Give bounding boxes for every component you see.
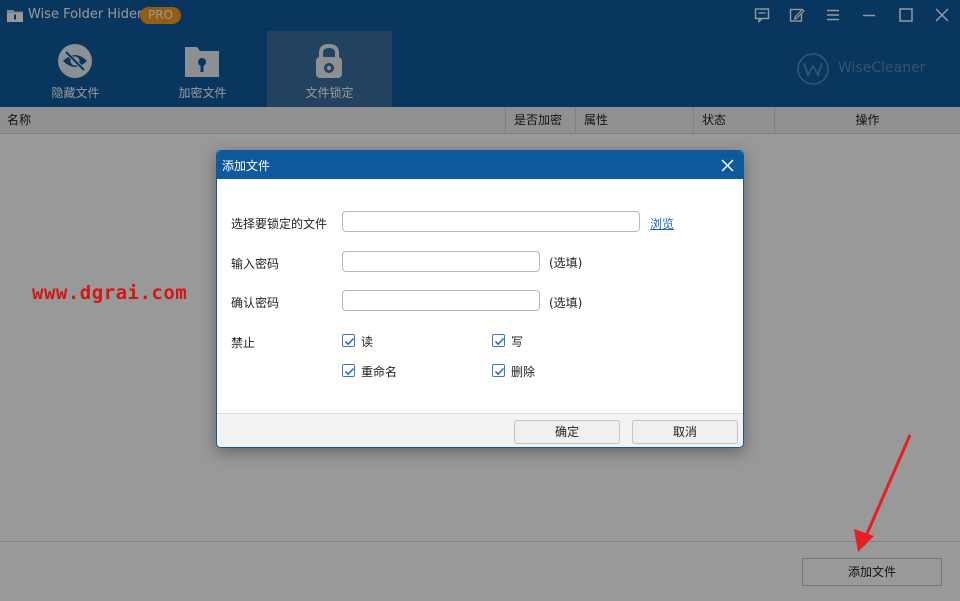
confirm-optional-note: (选填) [549,296,583,310]
forbid-write-label: 写 [511,335,524,349]
checkbox-box [492,364,505,377]
forbid-delete-label: 删除 [511,365,536,379]
check-icon [344,367,355,376]
annotation-arrow-icon [854,434,912,552]
watermark-text: www.dgrai.com [32,282,188,304]
cancel-button[interactable]: 取消 [632,420,738,444]
add-file-dialog: 添加文件 选择要锁定的文件 浏览 输入密码 (选填) 确认密码 (选填) 禁止 … [216,150,744,448]
check-icon [494,367,505,376]
checkbox-box [492,334,505,347]
confirm-password-label: 确认密码 [231,296,280,310]
password-input[interactable] [342,251,540,272]
checkbox-box [342,334,355,347]
dialog-title-bar: 添加文件 [217,151,743,179]
close-icon [721,159,734,172]
check-icon [344,337,355,346]
file-path-input[interactable] [342,211,640,232]
dialog-footer: 确定 取消 [217,413,743,447]
check-icon [494,337,505,346]
browse-link[interactable]: 浏览 [650,215,674,232]
checkbox-box [342,364,355,377]
forbid-rename-label: 重命名 [361,365,398,379]
password-label: 输入密码 [231,257,280,271]
confirm-password-input[interactable] [342,290,540,311]
dialog-title: 添加文件 [222,159,271,173]
forbid-read-label: 读 [361,335,374,349]
file-label: 选择要锁定的文件 [231,217,328,231]
ok-button[interactable]: 确定 [514,420,620,444]
forbid-label: 禁止 [231,336,256,350]
password-optional-note: (选填) [549,256,583,270]
dialog-close-button[interactable] [717,155,737,175]
